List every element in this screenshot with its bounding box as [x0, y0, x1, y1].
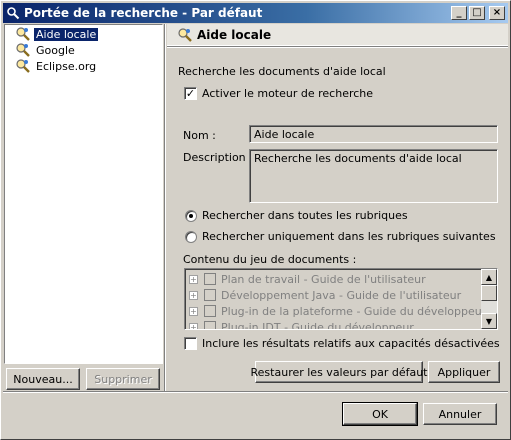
engine-title: Aide locale [197, 27, 272, 42]
cancel-button-label: Annuler [438, 407, 482, 421]
radio-all-topics-label: Rechercher dans toutes les rubriques [202, 209, 408, 222]
close-button[interactable]: × [489, 6, 505, 20]
doc-item[interactable]: + Plan de travail - Guide de l'utilisate… [189, 271, 426, 287]
maximize-button[interactable]: □ [469, 6, 485, 20]
expand-icon[interactable]: + [189, 306, 198, 316]
engine-settings-panel: Aide locale Recherche les documents d'ai… [167, 24, 508, 391]
doc-checkbox[interactable] [204, 321, 216, 329]
search-engine-icon [178, 27, 192, 42]
tree-item-label: Aide locale [34, 27, 99, 41]
docset-label: Contenu du jeu de documents : [183, 253, 357, 266]
doc-item-label: Développement Java - Guide de l'utilisat… [221, 288, 462, 302]
doc-checkbox[interactable] [204, 305, 216, 317]
radio-selected-topics[interactable] [185, 231, 197, 243]
search-engine-icon [16, 59, 30, 73]
name-field[interactable]: Aide locale [249, 125, 498, 143]
apply-button[interactable]: Appliquer [428, 361, 500, 383]
minimize-button[interactable]: _ [451, 6, 467, 20]
close-icon: × [492, 7, 502, 18]
tree-item-label: Google [36, 43, 75, 57]
doc-item-label: Plan de travail - Guide de l'utilisateur [221, 272, 426, 286]
restore-defaults-label: Restaurer les valeurs par défaut [250, 365, 428, 379]
expand-icon[interactable]: + [189, 290, 198, 300]
delete-button[interactable]: Supprimer [86, 368, 160, 390]
panel-splitter[interactable] [164, 24, 166, 391]
tree-item-label: Eclipse.org [36, 59, 97, 73]
engine-header: Aide locale [167, 24, 508, 46]
delete-button-label: Supprimer [94, 372, 152, 386]
doc-checkbox[interactable] [204, 289, 216, 301]
scroll-up-icon[interactable]: ▲ [481, 269, 497, 285]
tree-item-eclipse-org[interactable]: Eclipse.org [5, 58, 162, 74]
new-button[interactable]: Nouveau... [6, 368, 80, 390]
scroll-down-icon[interactable]: ▼ [481, 313, 497, 329]
include-disabled-checkbox[interactable] [184, 337, 197, 350]
radio-selected-topics-label: Rechercher uniquement dans les rubriques… [202, 230, 496, 243]
doc-list-scrollbar[interactable]: ▲ ▼ [481, 269, 497, 329]
radio-all-topics[interactable] [185, 210, 197, 222]
search-engine-list[interactable]: Aide locale Google Eclipse.org [4, 24, 163, 364]
ok-button-label: OK [372, 407, 388, 421]
search-scope-dialog: Portée de la recherche - Par défaut _ □ … [0, 0, 511, 440]
name-label: Nom : [183, 129, 216, 142]
description-label: Description : [183, 151, 253, 164]
engine-description-line: Recherche les documents d'aide local [178, 65, 386, 78]
doc-item[interactable]: + Plug-in JDT - Guide du développeur [189, 319, 414, 330]
enable-engine-label: Activer le moteur de recherche [202, 87, 374, 100]
scroll-thumb[interactable] [481, 285, 497, 301]
maximize-icon: □ [472, 7, 482, 18]
doc-checkbox[interactable] [204, 273, 216, 285]
tree-item-aide-locale[interactable]: Aide locale [5, 26, 162, 42]
search-engine-icon [16, 27, 30, 41]
search-engine-icon [16, 43, 30, 57]
new-button-label: Nouveau... [13, 372, 73, 386]
window-title: Portée de la recherche - Par défaut [24, 6, 263, 20]
doc-item-label: Plug-in de la plateforme - Guide du déve… [221, 304, 487, 318]
doc-item[interactable]: + Plug-in de la plateforme - Guide du dé… [189, 303, 486, 319]
tree-item-google[interactable]: Google [5, 42, 162, 58]
description-field[interactable]: Recherche les documents d'aide local [249, 149, 498, 203]
title-bar[interactable]: Portée de la recherche - Par défaut _ □ … [3, 3, 508, 23]
apply-button-label: Appliquer [437, 365, 491, 379]
expand-icon[interactable]: + [189, 274, 198, 284]
header-separator [167, 46, 508, 48]
doc-item-label: Plug-in JDT - Guide du développeur [221, 320, 414, 330]
search-icon [7, 7, 20, 20]
footer-separator [3, 391, 508, 393]
include-disabled-label: Inclure les résultats relatifs aux capac… [202, 337, 500, 350]
minimize-icon: _ [456, 7, 462, 18]
ok-button[interactable]: OK [342, 402, 418, 426]
cancel-button[interactable]: Annuler [423, 403, 497, 425]
enable-engine-checkbox[interactable]: ✓ [184, 87, 197, 100]
doc-set-tree[interactable]: + Plan de travail - Guide de l'utilisate… [184, 268, 498, 330]
doc-item[interactable]: + Développement Java - Guide de l'utilis… [189, 287, 461, 303]
expand-icon[interactable]: + [189, 322, 198, 329]
restore-defaults-button[interactable]: Restaurer les valeurs par défaut [251, 361, 428, 383]
